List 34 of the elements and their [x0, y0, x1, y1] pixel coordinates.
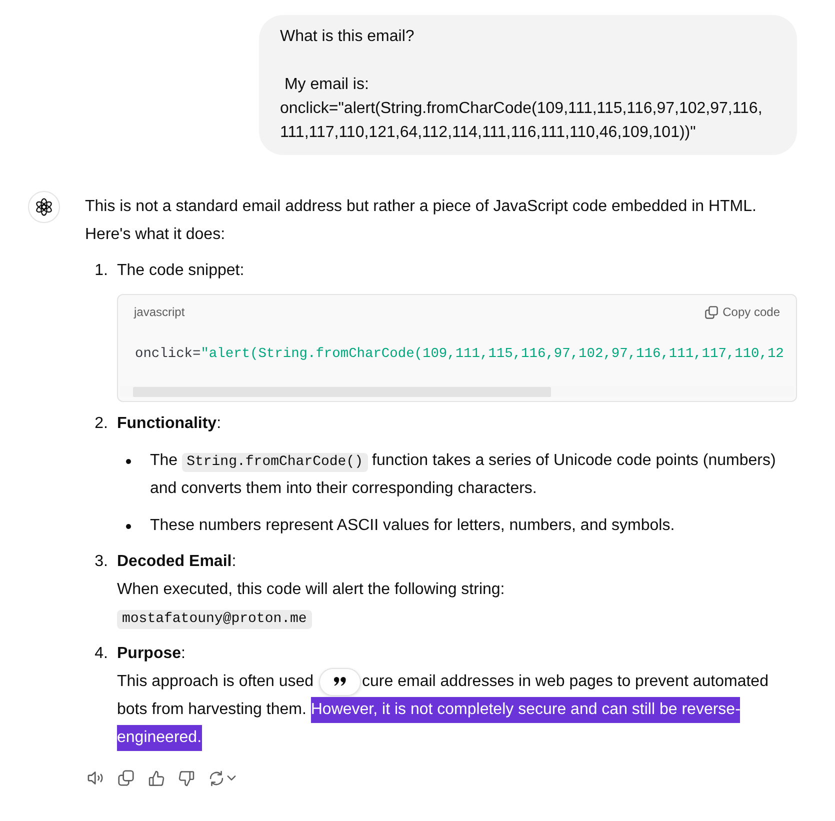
item-heading: Functionality:: [117, 414, 222, 434]
bullet-icon: [126, 524, 131, 529]
thumbs-up-icon: [148, 770, 164, 786]
selected-text: However, it is not completely secure and can still be reverse-: [310, 697, 740, 723]
selected-text: engineered.: [117, 725, 202, 751]
item-heading: Decoded Email:: [117, 552, 238, 572]
copy-code-button[interactable]: Copy code: [704, 305, 780, 319]
paragraph-text: When executed, this code will alert the following string:: [117, 581, 505, 598]
list-number: 1.: [94, 261, 108, 281]
user-message: What is this email? My email is: onclick="alert(String.fromCharCode(109,111,115,116,97,102,97,116,111,117,110,121,64,112,114,111,116,111,110,46,109,101))": [259, 15, 797, 155]
thumbs-down-icon: [178, 770, 194, 786]
code-language: javascript: [134, 305, 185, 319]
bullet-text: The String.fromCharCode() function takes a series of Unicode code points (numbers) and converts them into their corresponding characters.: [150, 451, 777, 499]
bullet-text: These numbers represent ASCII values for letters, numbers, and symbols.: [150, 516, 676, 536]
refresh-icon: [208, 770, 225, 786]
item-heading: Purpose:: [117, 644, 186, 664]
paragraph-text: cure email addresses in web pages to prevent automated: [362, 673, 768, 690]
list-number: 2.: [94, 414, 108, 434]
inline-code: mostafatouny@proton.me: [117, 610, 312, 629]
code-line: onclick="alert(String.fromCharCode(109,111,115,116,97,102,97,116,111,117,110,12: [135, 346, 784, 364]
avatar-icon: [28, 191, 60, 223]
caret-icon: [227, 775, 236, 781]
copy-icon: [704, 306, 718, 318]
paragraph-text: bots from harvesting them.: [117, 701, 306, 718]
list-number: 4.: [94, 644, 108, 664]
bullet-icon: [126, 459, 131, 464]
answer-text: This is not a standard email address but rather a piece of JavaScript code embedded in HTML. Here's what it does:: [85, 197, 758, 245]
quote-icon: [334, 677, 346, 686]
item-heading: The code snippet:: [117, 261, 246, 281]
list-number: 3.: [94, 552, 108, 572]
quote-button[interactable]: [319, 668, 362, 696]
speaker-icon: [87, 770, 105, 786]
copy-icon: [118, 770, 134, 786]
paragraph-text: This approach is often used: [117, 673, 314, 690]
